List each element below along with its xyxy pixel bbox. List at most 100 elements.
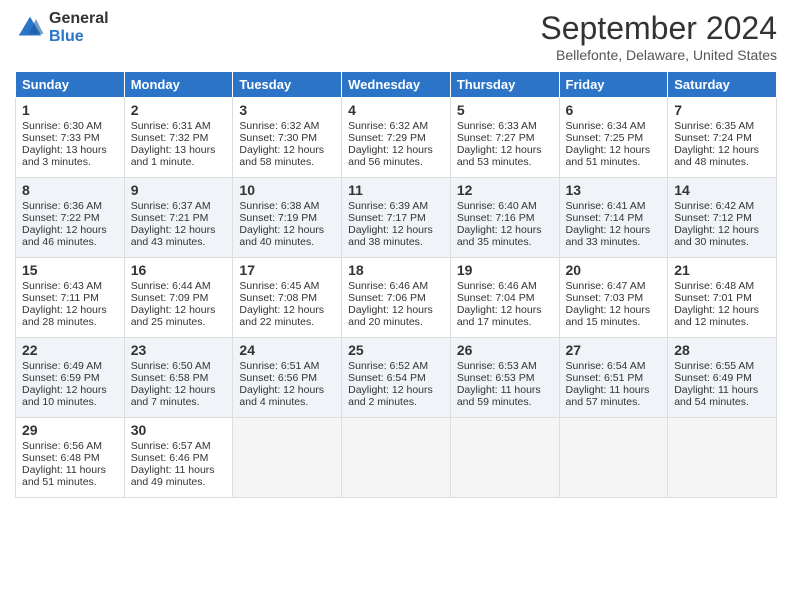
table-cell (342, 418, 451, 498)
table-cell: 20Sunrise: 6:47 AMSunset: 7:03 PMDayligh… (559, 258, 668, 338)
day-info-line: Daylight: 12 hours (457, 304, 553, 316)
day-number: 1 (22, 102, 118, 118)
day-info-line: Sunrise: 6:57 AM (131, 440, 227, 452)
calendar-row: 29Sunrise: 6:56 AMSunset: 6:48 PMDayligh… (16, 418, 777, 498)
day-info-line: Sunset: 7:06 PM (348, 292, 444, 304)
day-number: 18 (348, 262, 444, 278)
day-info-line: Daylight: 12 hours (22, 224, 118, 236)
day-info-line: Sunrise: 6:46 AM (348, 280, 444, 292)
day-info-line: Sunset: 7:21 PM (131, 212, 227, 224)
day-info-line: Sunrise: 6:32 AM (239, 120, 335, 132)
day-info-line: Sunset: 6:49 PM (674, 372, 770, 384)
day-info-line: Daylight: 12 hours (348, 304, 444, 316)
day-info-line: Sunrise: 6:56 AM (22, 440, 118, 452)
day-info-line: Sunrise: 6:50 AM (131, 360, 227, 372)
table-cell: 30Sunrise: 6:57 AMSunset: 6:46 PMDayligh… (124, 418, 233, 498)
day-info-line: Daylight: 12 hours (22, 304, 118, 316)
day-info-line: Sunrise: 6:44 AM (131, 280, 227, 292)
table-cell: 6Sunrise: 6:34 AMSunset: 7:25 PMDaylight… (559, 98, 668, 178)
day-info-line: Sunset: 7:19 PM (239, 212, 335, 224)
day-info-line: Daylight: 12 hours (457, 144, 553, 156)
table-cell (559, 418, 668, 498)
calendar-row: 22Sunrise: 6:49 AMSunset: 6:59 PMDayligh… (16, 338, 777, 418)
table-cell: 17Sunrise: 6:45 AMSunset: 7:08 PMDayligh… (233, 258, 342, 338)
day-info-line: Sunrise: 6:53 AM (457, 360, 553, 372)
day-info-line: Sunset: 6:48 PM (22, 452, 118, 464)
day-number: 26 (457, 342, 553, 358)
day-info-line: Daylight: 12 hours (566, 224, 662, 236)
day-number: 23 (131, 342, 227, 358)
table-cell: 13Sunrise: 6:41 AMSunset: 7:14 PMDayligh… (559, 178, 668, 258)
day-info-line: Sunrise: 6:31 AM (131, 120, 227, 132)
table-cell: 22Sunrise: 6:49 AMSunset: 6:59 PMDayligh… (16, 338, 125, 418)
day-info-line: and 3 minutes. (22, 156, 118, 168)
day-info-line: Sunset: 7:24 PM (674, 132, 770, 144)
day-info-line: and 28 minutes. (22, 316, 118, 328)
day-info-line: Daylight: 12 hours (348, 144, 444, 156)
day-number: 10 (239, 182, 335, 198)
header-row: Sunday Monday Tuesday Wednesday Thursday… (16, 72, 777, 98)
day-info-line: Sunrise: 6:30 AM (22, 120, 118, 132)
day-info-line: Sunset: 6:46 PM (131, 452, 227, 464)
day-info-line: Daylight: 11 hours (131, 464, 227, 476)
table-cell: 11Sunrise: 6:39 AMSunset: 7:17 PMDayligh… (342, 178, 451, 258)
day-info-line: and 22 minutes. (239, 316, 335, 328)
day-info-line: Sunset: 7:11 PM (22, 292, 118, 304)
day-info-line: Daylight: 11 hours (674, 384, 770, 396)
day-info-line: Daylight: 12 hours (239, 304, 335, 316)
day-info-line: Sunrise: 6:54 AM (566, 360, 662, 372)
day-info-line: Daylight: 12 hours (674, 144, 770, 156)
table-cell: 5Sunrise: 6:33 AMSunset: 7:27 PMDaylight… (450, 98, 559, 178)
col-thursday: Thursday (450, 72, 559, 98)
table-cell: 10Sunrise: 6:38 AMSunset: 7:19 PMDayligh… (233, 178, 342, 258)
table-cell: 29Sunrise: 6:56 AMSunset: 6:48 PMDayligh… (16, 418, 125, 498)
table-cell: 18 Sunrise: 6:46 AMSunset: 7:06 PMDayligh… (342, 258, 451, 338)
day-info-line: Daylight: 12 hours (131, 224, 227, 236)
table-cell: 27Sunrise: 6:54 AMSunset: 6:51 PMDayligh… (559, 338, 668, 418)
day-info-line: Daylight: 11 hours (22, 464, 118, 476)
day-number: 20 (566, 262, 662, 278)
day-info-line: and 30 minutes. (674, 236, 770, 248)
day-number: 5 (457, 102, 553, 118)
table-cell: 21Sunrise: 6:48 AMSunset: 7:01 PMDayligh… (668, 258, 777, 338)
day-info-line: Daylight: 12 hours (239, 144, 335, 156)
day-info-line: Sunrise: 6:43 AM (22, 280, 118, 292)
day-number: 9 (131, 182, 227, 198)
day-info-line: and 12 minutes. (674, 316, 770, 328)
logo-text-line1: General (49, 10, 109, 28)
day-info-line: Daylight: 12 hours (131, 384, 227, 396)
day-info-line: Sunset: 7:25 PM (566, 132, 662, 144)
day-info-line: Daylight: 13 hours (131, 144, 227, 156)
day-info-line: and 46 minutes. (22, 236, 118, 248)
day-info-line: Sunset: 7:03 PM (566, 292, 662, 304)
table-cell: 26Sunrise: 6:53 AMSunset: 6:53 PMDayligh… (450, 338, 559, 418)
day-info-line: Sunrise: 6:48 AM (674, 280, 770, 292)
table-cell: 9 Sunrise: 6:37 AMSunset: 7:21 PMDaylight… (124, 178, 233, 258)
day-info-line: Sunset: 7:01 PM (674, 292, 770, 304)
table-cell (233, 418, 342, 498)
day-info-line: Sunset: 7:32 PM (131, 132, 227, 144)
day-info-line: and 56 minutes. (348, 156, 444, 168)
day-info-line: Sunset: 7:29 PM (348, 132, 444, 144)
day-info-line: Sunrise: 6:46 AM (457, 280, 553, 292)
calendar-row: 1Sunrise: 6:30 AMSunset: 7:33 PMDaylight… (16, 98, 777, 178)
logo-icon (15, 13, 45, 43)
day-info-line: Sunrise: 6:51 AM (239, 360, 335, 372)
day-info-line: Daylight: 12 hours (566, 304, 662, 316)
table-cell: 24Sunrise: 6:51 AMSunset: 6:56 PMDayligh… (233, 338, 342, 418)
day-info-line: Sunset: 7:09 PM (131, 292, 227, 304)
day-info-line: and 49 minutes. (131, 476, 227, 488)
day-info-line: Sunrise: 6:52 AM (348, 360, 444, 372)
day-info-line: and 1 minute. (131, 156, 227, 168)
day-info-line: Sunset: 7:08 PM (239, 292, 335, 304)
day-info-line: Sunrise: 6:37 AM (131, 200, 227, 212)
day-info-line: Daylight: 12 hours (239, 224, 335, 236)
table-cell: 4Sunrise: 6:32 AMSunset: 7:29 PMDaylight… (342, 98, 451, 178)
day-info-line: Sunset: 6:54 PM (348, 372, 444, 384)
table-cell: 28Sunrise: 6:55 AMSunset: 6:49 PMDayligh… (668, 338, 777, 418)
day-info-line: Daylight: 12 hours (348, 224, 444, 236)
day-info-line: and 59 minutes. (457, 396, 553, 408)
main-container: General Blue September 2024 Bellefonte, … (0, 0, 792, 508)
table-cell: 7Sunrise: 6:35 AMSunset: 7:24 PMDaylight… (668, 98, 777, 178)
day-info-line: Sunset: 7:27 PM (457, 132, 553, 144)
